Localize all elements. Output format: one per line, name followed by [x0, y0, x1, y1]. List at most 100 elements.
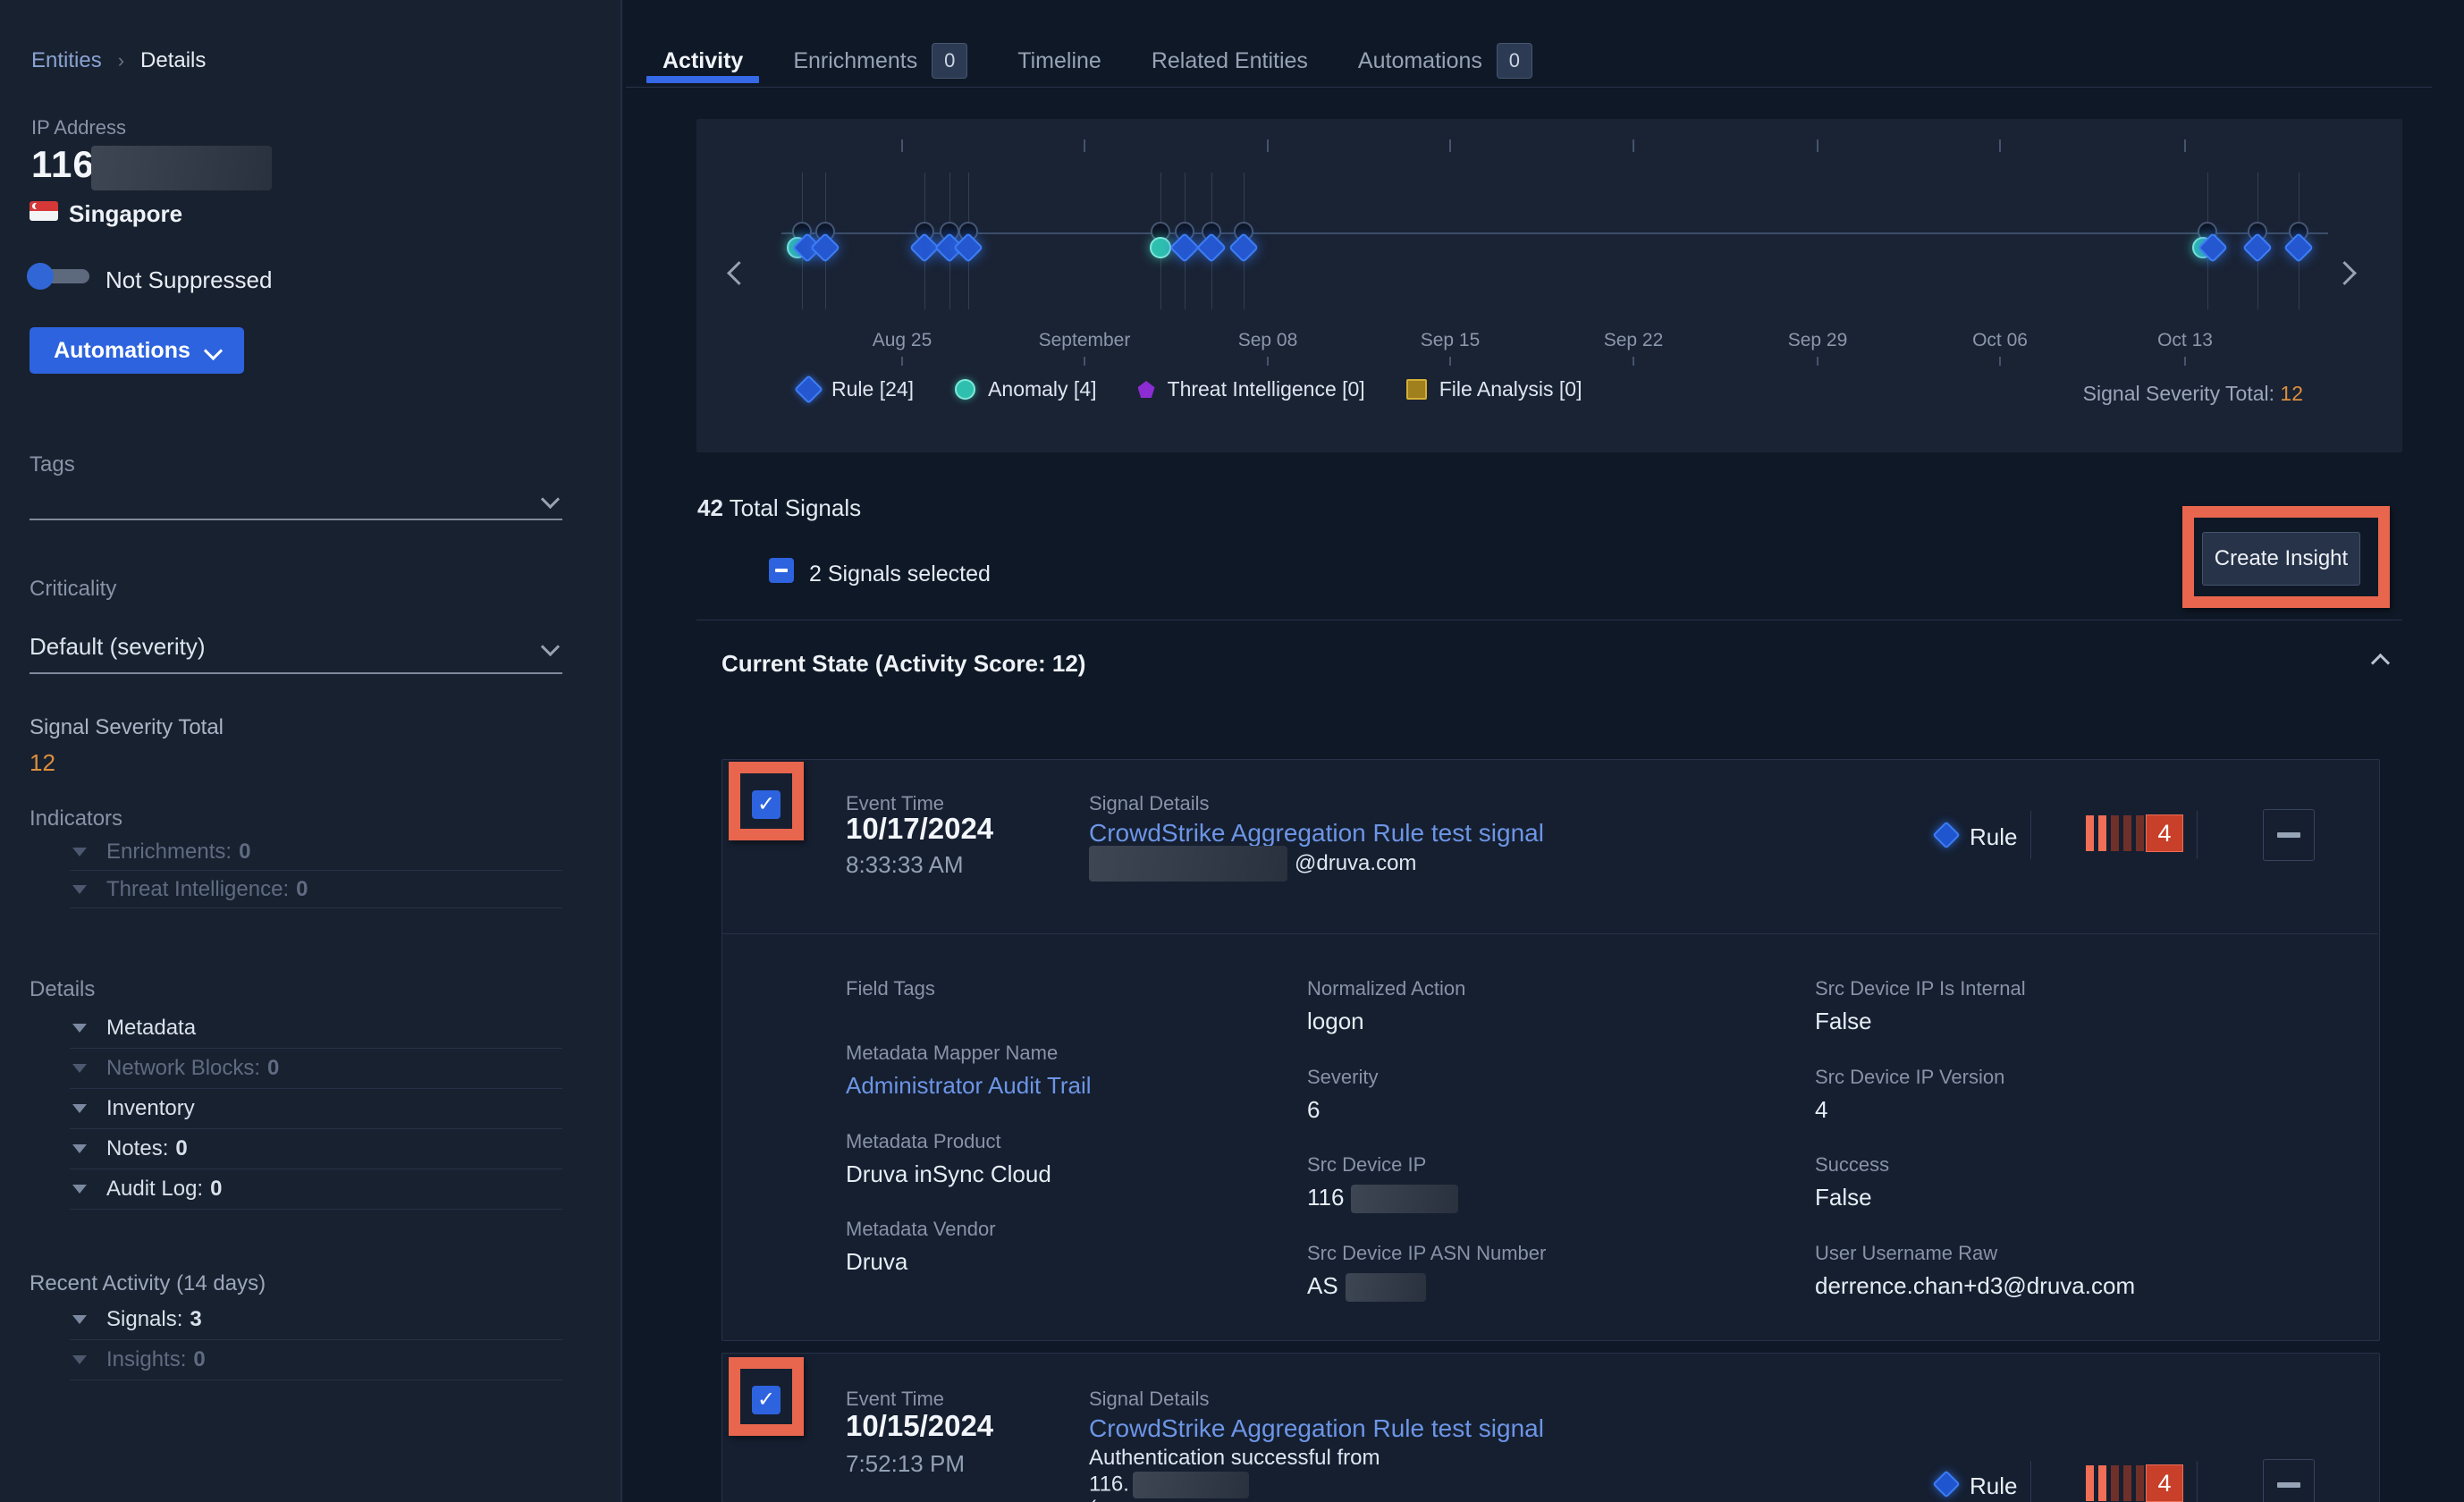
signal-2-time: 7:52:13 PM	[846, 1450, 965, 1478]
file-legend-icon	[1406, 379, 1427, 400]
sidebar-item-label: Enrichments:0	[106, 840, 250, 865]
signal-2-title-link[interactable]: CrowdStrike Aggregation Rule test signal	[1089, 1414, 1544, 1443]
divider	[2197, 811, 2198, 859]
tab-related-entities[interactable]: Related Entities	[1152, 48, 1308, 74]
severity-bar	[2086, 1465, 2094, 1501]
anomaly-marker-icon[interactable]	[1150, 237, 1171, 258]
create-insight-button[interactable]: Create Insight	[2202, 532, 2360, 586]
axis-tick-bottom	[1999, 357, 2001, 366]
collapse-triangle-icon	[72, 1064, 87, 1073]
axis-tick-top	[901, 139, 903, 152]
field-label-metadata-mapper-name: Metadata Mapper Name	[846, 1042, 1058, 1065]
rule-marker-icon[interactable]	[2242, 232, 2273, 263]
rule-marker-icon[interactable]	[810, 232, 840, 263]
axis-date-label: Oct 13	[2122, 330, 2248, 351]
legend: Rule [24] Anomaly [4] Threat Intelligence …	[798, 377, 1582, 401]
signal-1-title-link[interactable]: CrowdStrike Aggregation Rule test signal	[1089, 819, 1544, 848]
field-redaction-block	[1346, 1273, 1426, 1302]
field-label-severity: Severity	[1307, 1066, 1378, 1089]
sidebar-item-audit-log[interactable]: Audit Log:0	[70, 1169, 562, 1210]
sidebar-item-network-blocks[interactable]: Network Blocks:0	[70, 1049, 562, 1089]
signal-2-desc-line2: 116.	[1089, 1472, 1249, 1498]
sidebar-item-metadata[interactable]: Metadata	[70, 1008, 562, 1049]
signal-2-ip-redaction	[1133, 1472, 1249, 1498]
select-all-checkbox[interactable]	[769, 558, 794, 583]
tab-automations[interactable]: Automations0	[1358, 43, 1532, 79]
tab-enrichments[interactable]: Enrichments0	[793, 43, 967, 79]
signal-1-collapse-button[interactable]	[2263, 809, 2315, 861]
legend-label: Threat Intelligence [0]	[1168, 377, 1365, 401]
tab-activity[interactable]: Activity	[662, 48, 743, 74]
sidebar-item-notes[interactable]: Notes:0	[70, 1129, 562, 1169]
rule-marker-icon[interactable]	[1169, 232, 1200, 263]
axis-tick-bottom	[2184, 357, 2186, 366]
field-label-src-device-ip-is-internal: Src Device IP Is Internal	[1815, 977, 2026, 1000]
severity-bar	[2098, 1465, 2106, 1501]
automations-button[interactable]: Automations	[30, 327, 244, 374]
legend-item-anomaly-4[interactable]: Anomaly [4]	[955, 377, 1096, 401]
severity-total-label: Signal Severity Total	[30, 715, 224, 740]
axis-date-label: Sep 08	[1205, 330, 1330, 351]
automations-button-label: Automations	[54, 338, 190, 364]
rule-marker-icon[interactable]	[1228, 232, 1259, 263]
timeline-next-chevron-icon[interactable]	[2333, 257, 2365, 290]
signal-2-collapse-button[interactable]	[2263, 1459, 2315, 1502]
collapse-triangle-icon	[72, 1355, 87, 1364]
ip-address-label: IP Address	[31, 116, 126, 139]
recent-activity-label: Recent Activity (14 days)	[30, 1271, 266, 1296]
signal-1-checkbox[interactable]: ✓	[752, 790, 781, 819]
sidebar-item-enrichments[interactable]: Enrichments:0	[70, 833, 562, 871]
signal-2-severity-meter	[2086, 1465, 2144, 1501]
field-label-src-device-ip-asn-number: Src Device IP ASN Number	[1307, 1242, 1546, 1265]
field-label-field-tags: Field Tags	[846, 977, 935, 1000]
suppression-toggle-knob[interactable]	[27, 263, 54, 290]
signal-2-desc-line3: (	[1089, 1497, 1096, 1502]
legend-label: Rule [24]	[831, 377, 914, 401]
axis-tick-top	[2184, 139, 2186, 152]
signal-1-user-redaction	[1089, 846, 1287, 882]
axis-date-label: Sep 22	[1571, 330, 1696, 351]
rule-marker-icon[interactable]	[2283, 232, 2314, 263]
tags-dropdown[interactable]	[30, 519, 562, 520]
sidebar-item-label: Network Blocks:0	[106, 1056, 279, 1081]
signal-2-date: 10/15/2024	[846, 1409, 993, 1443]
tab-label: Related Entities	[1152, 48, 1308, 74]
sidebar-item-label: Signals:3	[106, 1307, 202, 1332]
country-name: Singapore	[69, 200, 182, 228]
field-value-metadata-mapper-name[interactable]: Administrator Audit Trail	[846, 1072, 1092, 1100]
field-label-metadata-product: Metadata Product	[846, 1130, 1001, 1153]
legend-item-file-analysis-0[interactable]: File Analysis [0]	[1406, 377, 1582, 401]
sidebar-item-signals[interactable]: Signals:3	[70, 1300, 562, 1340]
legend-item-threat-intelligence-0[interactable]: Threat Intelligence [0]	[1138, 377, 1365, 401]
current-state-title: Current State (Activity Score: 12)	[721, 650, 1085, 678]
criticality-value[interactable]: Default (severity)	[30, 633, 206, 661]
timeline-prev-chevron-icon[interactable]	[723, 257, 755, 290]
current-state-collapse-chevron-icon[interactable]	[2371, 654, 2390, 672]
axis-tick-bottom	[1449, 357, 1451, 366]
legend-item-rule-24[interactable]: Rule [24]	[798, 377, 914, 401]
sidebar-item-threat-intelligence[interactable]: Threat Intelligence:0	[70, 871, 562, 908]
field-label-user-username-raw: User Username Raw	[1815, 1242, 1997, 1265]
axis-tick-top	[1817, 139, 1818, 152]
field-value-success: False	[1815, 1184, 1872, 1211]
field-label-normalized-action: Normalized Action	[1307, 977, 1465, 1000]
tab-badge: 0	[932, 43, 967, 79]
tab-label: Activity	[662, 48, 743, 74]
severity-bar	[2123, 815, 2131, 851]
field-value-src-device-ip-version: 4	[1815, 1096, 1827, 1124]
axis-tick-bottom	[1633, 357, 1634, 366]
timeline-axis	[781, 232, 2328, 234]
signal-details-label: Signal Details	[1089, 1388, 1210, 1411]
tab-bar: Activity Enrichments0 Timeline Related Enti…	[662, 39, 1532, 82]
rule-marker-icon[interactable]	[1196, 232, 1227, 263]
indicators-label: Indicators	[30, 806, 122, 831]
axis-date-label: Sep 15	[1388, 330, 1513, 351]
signal-2-checkbox[interactable]: ✓	[752, 1386, 781, 1414]
criticality-dropdown[interactable]	[30, 672, 562, 674]
sidebar-item-inventory[interactable]: Inventory	[70, 1089, 562, 1129]
sidebar-item-insights[interactable]: Insights:0	[70, 1340, 562, 1380]
tab-timeline[interactable]: Timeline	[1017, 48, 1101, 74]
sidebar-item-label: Metadata	[106, 1016, 196, 1041]
breadcrumb-entities-link[interactable]: Entities	[31, 48, 102, 73]
sidebar-item-label: Threat Intelligence:0	[106, 877, 308, 902]
